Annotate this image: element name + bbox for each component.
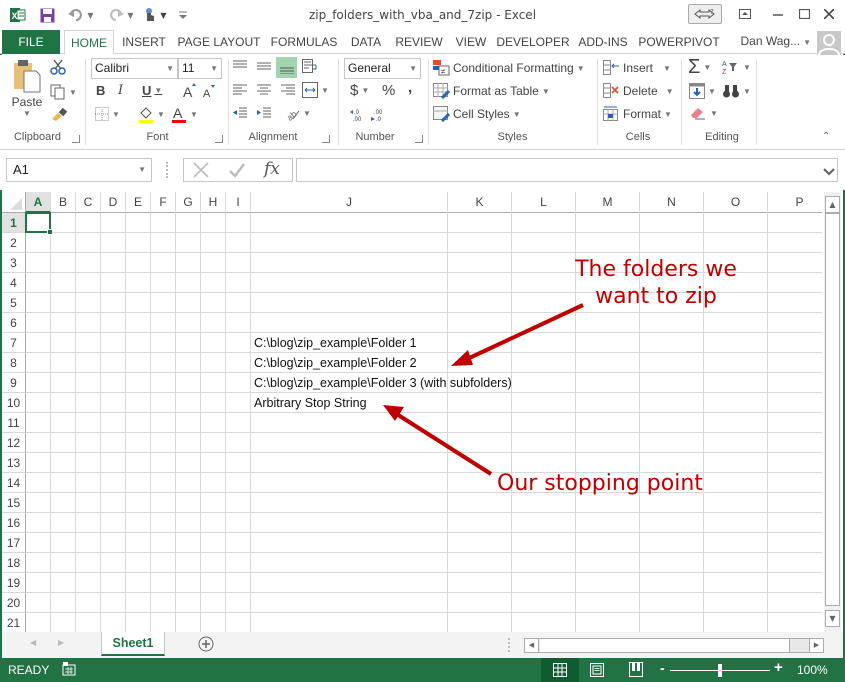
scroll-right-button[interactable]: ▶: [809, 639, 823, 652]
page-break-view-icon[interactable]: [629, 662, 643, 680]
annotation-layer: [383, 303, 584, 476]
vertical-scroll-thumb[interactable]: [825, 213, 840, 606]
macro-recording-icon[interactable]: [62, 662, 76, 679]
arrow-to-stop-string: [383, 405, 493, 476]
annotation-line: The folders we: [575, 257, 737, 282]
horizontal-scrollbar[interactable]: ◀ ▶: [524, 638, 824, 653]
horizontal-scroll-thumb[interactable]: [540, 639, 790, 652]
status-bar: READY - + 100%: [0, 658, 845, 682]
zoom-in-button[interactable]: +: [774, 659, 783, 676]
zoom-out-button[interactable]: -: [660, 660, 665, 676]
next-sheet-icon[interactable]: ▶: [58, 638, 64, 647]
annotation-line: want to zip: [595, 284, 717, 309]
scroll-left-button[interactable]: ◀: [525, 639, 539, 652]
sheet-tab-bar: ◀ ▶ Sheet1 ◀ ▶: [2, 632, 843, 658]
normal-view-icon[interactable]: [541, 658, 579, 682]
scroll-up-button[interactable]: ▲: [825, 196, 840, 213]
scroll-down-button[interactable]: ▼: [825, 610, 840, 627]
status-mode: READY: [8, 663, 50, 677]
vertical-scrollbar[interactable]: ▲ ▼: [824, 192, 841, 632]
arrow-to-folders: [451, 303, 584, 366]
annotation-stop-text: Our stopping point: [497, 471, 703, 496]
sheet-tab-sheet1[interactable]: Sheet1: [101, 632, 165, 656]
prev-sheet-icon[interactable]: ◀: [30, 638, 36, 647]
annotation-folders-text: The folders we want to zip: [556, 256, 756, 310]
tab-split-handle[interactable]: [508, 638, 510, 652]
zoom-level[interactable]: 100%: [797, 663, 828, 677]
new-sheet-icon[interactable]: [198, 636, 214, 656]
page-layout-view-icon[interactable]: [590, 663, 604, 680]
zoom-slider-thumb[interactable]: [718, 664, 722, 677]
